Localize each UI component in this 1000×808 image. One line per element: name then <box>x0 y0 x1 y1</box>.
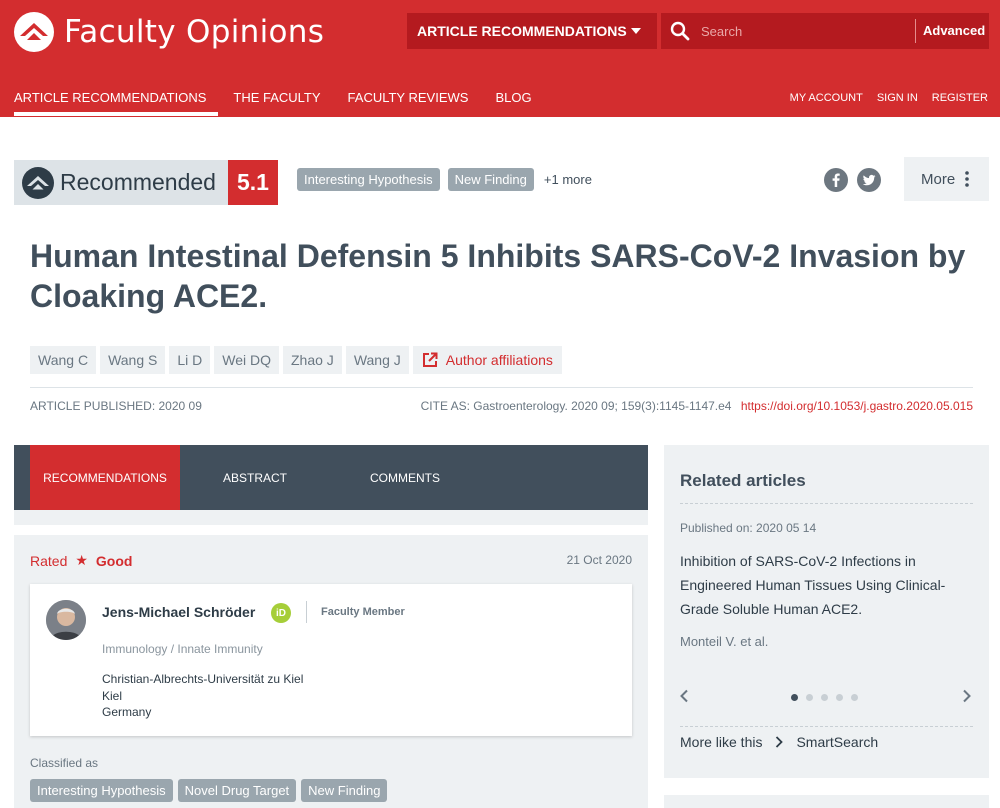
nav-the-faculty[interactable]: THE FACULTY <box>233 90 320 117</box>
related-articles-panel: Related articles Published on: 2020 05 1… <box>664 445 989 778</box>
divider <box>680 726 973 727</box>
recommendation-date: 21 Oct 2020 <box>566 553 632 567</box>
tag-interesting-hypothesis[interactable]: Interesting Hypothesis <box>30 779 173 802</box>
tab-comments[interactable]: COMMENTS <box>330 445 480 510</box>
tab-abstract[interactable]: ABSTRACT <box>180 445 330 510</box>
classified-label: Classified as <box>30 756 99 770</box>
carousel-dot[interactable] <box>821 694 828 701</box>
section-select-label: ARTICLE RECOMMENDATIONS <box>417 23 627 39</box>
author-affiliations-button[interactable]: Author affiliations <box>412 346 562 374</box>
more-button-label: More <box>921 170 956 188</box>
article-tags: Interesting Hypothesis New Finding +1 mo… <box>297 168 592 191</box>
reviewer-role: Faculty Member <box>321 606 405 618</box>
divider <box>30 387 973 388</box>
section-select[interactable]: ARTICLE RECOMMENDATIONS <box>407 13 657 49</box>
more-tags-link[interactable]: +1 more <box>544 172 592 187</box>
carousel-dot[interactable] <box>851 694 858 701</box>
recommended-logo-icon <box>22 166 54 199</box>
reviewer-field[interactable]: Immunology / Innate Immunity <box>102 642 263 656</box>
tag-novel-drug-target[interactable]: Novel Drug Target <box>177 779 297 802</box>
carousel-dots <box>791 694 866 701</box>
doi-link[interactable]: https://doi.org/10.1053/j.gastro.2020.05… <box>741 399 973 413</box>
related-articles-heading: Related articles <box>680 471 806 490</box>
search-icon[interactable] <box>670 21 690 41</box>
caret-down-icon <box>631 28 641 34</box>
chevron-left-icon[interactable] <box>678 689 690 703</box>
author-chip[interactable]: Zhao J <box>283 346 342 374</box>
twitter-icon[interactable] <box>857 168 881 192</box>
more-button[interactable]: More <box>904 157 989 201</box>
tag-new-finding[interactable]: New Finding <box>301 779 388 802</box>
related-article-authors: Monteil V. et al. <box>680 634 769 649</box>
related-published-on: Published on: 2020 05 14 <box>680 521 817 535</box>
nav-faculty-reviews[interactable]: FACULTY REVIEWS <box>348 90 469 117</box>
tab-spacer <box>14 510 648 525</box>
search-input[interactable] <box>701 19 911 43</box>
published-date: ARTICLE PUBLISHED: 2020 09 <box>30 399 202 413</box>
register-link[interactable]: REGISTER <box>932 92 988 104</box>
institution-city: Kiel <box>102 688 123 703</box>
sign-in-link[interactable]: SIGN IN <box>877 92 918 104</box>
tag-interesting-hypothesis[interactable]: Interesting Hypothesis <box>297 168 440 191</box>
more-like-this-label: More like this <box>680 734 763 750</box>
author-chip[interactable]: Wang S <box>100 346 166 374</box>
divider <box>306 601 307 623</box>
author-chip[interactable]: Li D <box>169 346 211 374</box>
tag-new-finding[interactable]: New Finding <box>447 168 534 191</box>
divider <box>680 503 973 504</box>
facebook-icon[interactable] <box>824 168 848 192</box>
recommended-label: Recommended <box>60 169 216 195</box>
my-account-link[interactable]: MY ACCOUNT <box>790 92 863 104</box>
nav-blog[interactable]: BLOG <box>495 90 531 117</box>
account-nav: MY ACCOUNT SIGN IN REGISTER <box>776 92 988 104</box>
rating: Rated ★ Good <box>30 552 132 569</box>
recommendation-score: 5.1 <box>228 160 278 205</box>
secondary-panel <box>664 795 989 808</box>
star-icon: ★ <box>75 552 88 568</box>
social-share <box>824 168 890 192</box>
article-title: Human Intestinal Defensin 5 Inhibits SAR… <box>30 238 966 314</box>
author-chip[interactable]: Wang C <box>30 346 97 374</box>
search-divider <box>915 19 916 43</box>
chevron-right-icon <box>776 736 784 748</box>
reviewer-name[interactable]: Jens-Michael Schröder <box>102 604 255 620</box>
related-article-title[interactable]: Inhibition of SARS-CoV-2 Infections in E… <box>680 549 973 621</box>
advanced-search-link[interactable]: Advanced <box>923 23 985 38</box>
author-chip[interactable]: Wei DQ <box>214 346 279 374</box>
tab-recommendations[interactable]: RECOMMENDATIONS <box>30 445 180 510</box>
smartsearch-link[interactable]: SmartSearch <box>796 734 878 750</box>
rated-label: Rated <box>30 552 68 569</box>
recommended-badge: Recommended 5.1 <box>14 160 278 205</box>
recommended-label-box: Recommended <box>14 160 228 205</box>
brand-logo[interactable]: Faculty Opinions <box>14 12 324 52</box>
site-header: Faculty Opinions ARTICLE RECOMMENDATIONS… <box>0 0 1000 117</box>
carousel-dot[interactable] <box>806 694 813 701</box>
reviewer-institution: Christian-Albrechts-Universität zu Kiel … <box>102 671 303 721</box>
nav-article-recommendations[interactable]: ARTICLE RECOMMENDATIONS <box>14 90 219 117</box>
carousel-dot[interactable] <box>836 694 843 701</box>
more-like-this: More like this SmartSearch <box>680 734 878 750</box>
chevron-right-icon[interactable] <box>961 689 973 703</box>
recommendation-panel: Rated ★ Good 21 Oct 2020 Jens-Michael Sc… <box>14 535 648 808</box>
cite-as: CITE AS: Gastroenterology. 2020 09; 159(… <box>420 399 732 413</box>
institution-country: Germany <box>102 705 152 719</box>
author-affiliations-label: Author affiliations <box>445 352 553 368</box>
classified-tags: Interesting Hypothesis Novel Drug Target… <box>30 779 392 802</box>
faculty-opinions-logo-icon <box>14 12 54 52</box>
external-link-icon <box>422 352 438 367</box>
orcid-icon[interactable]: iD <box>271 603 291 623</box>
brand-name: Faculty Opinions <box>64 14 325 50</box>
rating-value: Good <box>95 552 133 569</box>
main-nav: ARTICLE RECOMMENDATIONS THE FACULTY FACU… <box>14 90 559 117</box>
article-tabs: RECOMMENDATIONS ABSTRACT COMMENTS <box>14 445 648 510</box>
institution-name: Christian-Albrechts-Universität zu Kiel <box>102 672 304 686</box>
reviewer-card: Jens-Michael Schröder iD Faculty Member … <box>30 584 632 736</box>
carousel-dot[interactable] <box>791 694 798 701</box>
search-box: Advanced <box>661 13 989 49</box>
author-list: Wang C Wang S Li D Wei DQ Zhao J Wang J … <box>30 346 562 374</box>
more-vertical-icon <box>965 171 969 187</box>
author-chip[interactable]: Wang J <box>345 346 409 374</box>
avatar[interactable] <box>46 600 86 640</box>
citation: CITE AS: Gastroenterology. 2020 09; 159(… <box>421 399 973 413</box>
